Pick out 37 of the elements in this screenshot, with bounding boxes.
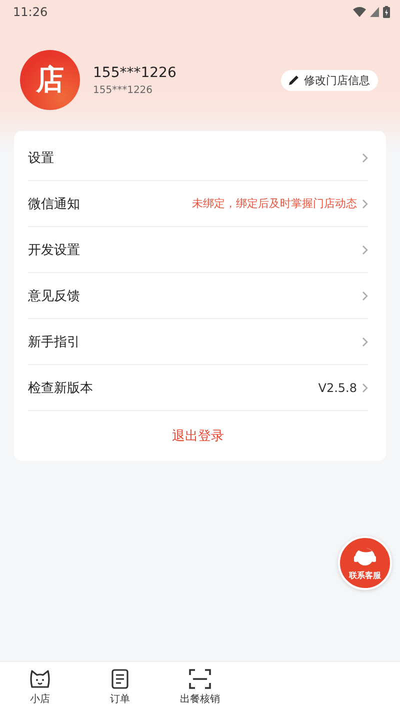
nav-tab[interactable]: 小店	[0, 662, 80, 712]
store-phone: 155***1226	[93, 84, 154, 96]
chevron-right-icon	[362, 382, 368, 392]
menu-label: 意见反馈	[28, 288, 81, 304]
nav-tab[interactable]: 订单	[80, 662, 160, 712]
chevron-right-icon	[362, 244, 368, 254]
store-name: 155***1226	[93, 64, 178, 80]
store-avatar: 店	[20, 50, 80, 110]
menu-label: 开发设置	[28, 242, 81, 258]
menu-value: V2.5.8	[318, 380, 357, 394]
document-icon	[111, 668, 129, 688]
logout-button[interactable]: 退出登录	[28, 411, 368, 461]
status-time: 11:26	[13, 5, 48, 19]
chevron-right-icon	[362, 290, 368, 300]
menu-item[interactable]: 开发设置	[28, 227, 368, 273]
chevron-right-icon	[362, 198, 368, 208]
wifi-icon	[353, 7, 366, 17]
edit-store-button[interactable]: 修改门店信息	[281, 70, 378, 90]
menu-item[interactable]: 检查新版本 V2.5.8	[28, 365, 368, 411]
cat-icon	[29, 668, 51, 688]
menu-item[interactable]: 设置	[28, 135, 368, 181]
menu-label: 设置	[28, 150, 55, 166]
menu-item[interactable]: 新手指引	[28, 319, 368, 365]
pencil-icon	[289, 75, 299, 85]
menu-label: 检查新版本	[28, 380, 94, 396]
menu-label: 微信通知	[28, 196, 81, 212]
nav-tab[interactable]: 出餐核销	[160, 662, 240, 712]
menu-value: 未绑定，绑定后及时掌握门店动态	[192, 196, 357, 211]
menu-item[interactable]: 微信通知 未绑定，绑定后及时掌握门店动态	[28, 181, 368, 227]
chevron-right-icon	[362, 152, 368, 162]
signal-icon	[370, 7, 379, 17]
scan-icon	[189, 668, 211, 688]
battery-icon	[383, 6, 390, 18]
chevron-right-icon	[362, 336, 368, 346]
menu-item[interactable]: 意见反馈	[28, 273, 368, 319]
customer-service-button[interactable]: 联系客服	[338, 536, 392, 590]
menu-label: 新手指引	[28, 334, 81, 350]
